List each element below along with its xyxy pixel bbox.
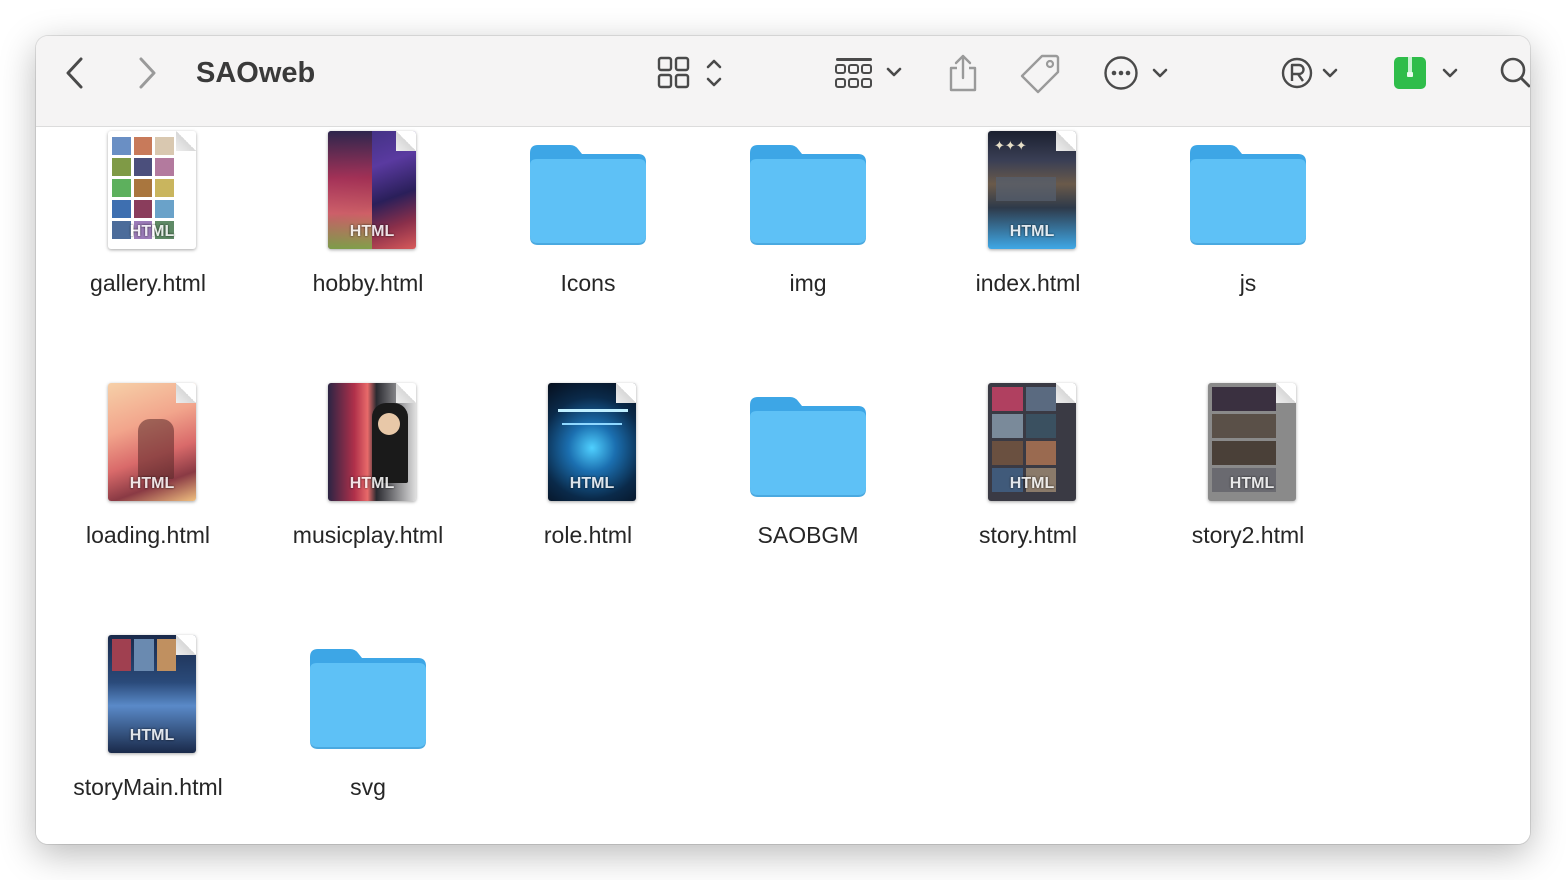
- chevron-left-icon[interactable]: [56, 52, 94, 94]
- file-name: js: [1239, 270, 1257, 296]
- icon-grid-view-icon[interactable]: [656, 52, 730, 94]
- file-name: SAOBGM: [757, 522, 859, 548]
- window-title: SAOweb: [196, 57, 316, 89]
- file-name: hobby.html: [312, 270, 424, 296]
- html-document-icon: HTML: [968, 383, 1088, 503]
- folder-item-saobgm[interactable]: SAOBGM: [708, 379, 908, 579]
- folder-item-js[interactable]: js: [1148, 127, 1348, 327]
- chevron-right-icon[interactable]: [128, 52, 166, 94]
- file-item-hobby[interactable]: HTML hobby.html: [268, 127, 468, 327]
- file-item-gallery[interactable]: HTML gallery.html: [48, 127, 248, 327]
- file-item-role[interactable]: HTML role.html: [488, 379, 688, 579]
- html-document-icon: HTML: [308, 131, 428, 251]
- html-document-icon: HTML: [1188, 383, 1308, 503]
- file-name: index.html: [975, 270, 1081, 296]
- finder-window: SAOweb HTML gallery.html HTML hobby.html…: [36, 36, 1530, 844]
- file-item-loading[interactable]: HTML loading.html: [48, 379, 248, 579]
- search-icon[interactable]: [1496, 52, 1530, 94]
- folder-icon: [308, 635, 428, 755]
- tag-icon[interactable]: [1018, 52, 1064, 94]
- file-name: storyMain.html: [73, 774, 223, 800]
- folder-icon: [748, 131, 868, 251]
- folder-item-img[interactable]: img: [708, 127, 908, 327]
- group-by-icon[interactable]: [834, 52, 908, 94]
- html-document-icon: ✦✦✦ HTML: [968, 131, 1088, 251]
- file-name: loading.html: [85, 522, 211, 548]
- share-icon[interactable]: [942, 52, 984, 94]
- html-badge: HTML: [129, 223, 175, 240]
- folder-icon: [528, 131, 648, 251]
- file-name: role.html: [543, 522, 633, 548]
- html-badge: HTML: [1229, 475, 1275, 492]
- file-name: svg: [350, 774, 386, 800]
- html-badge: HTML: [569, 475, 615, 492]
- html-document-icon: HTML: [88, 383, 208, 503]
- folder-item-icons[interactable]: Icons: [488, 127, 688, 327]
- html-document-icon: HTML: [88, 131, 208, 251]
- file-item-index[interactable]: ✦✦✦ HTML index.html: [928, 127, 1128, 327]
- html-badge: HTML: [129, 727, 175, 744]
- file-item-storymain[interactable]: HTML storyMain.html: [48, 631, 248, 831]
- file-name: img: [789, 270, 827, 296]
- html-badge: HTML: [349, 223, 395, 240]
- folder-item-svg[interactable]: svg: [268, 631, 468, 831]
- file-name: musicplay.html: [292, 522, 444, 548]
- html-badge: HTML: [129, 475, 175, 492]
- green-zip-icon[interactable]: [1390, 52, 1460, 94]
- file-name: story2.html: [1191, 522, 1305, 548]
- html-badge: HTML: [1009, 223, 1055, 240]
- folder-icon: [1188, 131, 1308, 251]
- file-item-musicplay[interactable]: HTML musicplay.html: [268, 379, 468, 579]
- html-document-icon: HTML: [88, 635, 208, 755]
- toolbar: SAOweb: [36, 36, 1530, 127]
- file-name: Icons: [560, 270, 616, 296]
- file-name: gallery.html: [90, 270, 206, 296]
- ellipsis-circle-icon[interactable]: [1102, 52, 1176, 94]
- registered-trademark-icon[interactable]: [1280, 52, 1344, 94]
- file-grid: HTML gallery.html HTML hobby.html Icons …: [36, 127, 1530, 844]
- file-item-story2[interactable]: HTML story2.html: [1148, 379, 1348, 579]
- html-document-icon: HTML: [308, 383, 428, 503]
- file-name: story.html: [979, 522, 1077, 548]
- folder-icon: [748, 383, 868, 503]
- html-document-icon: HTML: [528, 383, 648, 503]
- file-item-story[interactable]: HTML story.html: [928, 379, 1128, 579]
- html-badge: HTML: [1009, 475, 1055, 492]
- html-badge: HTML: [349, 475, 395, 492]
